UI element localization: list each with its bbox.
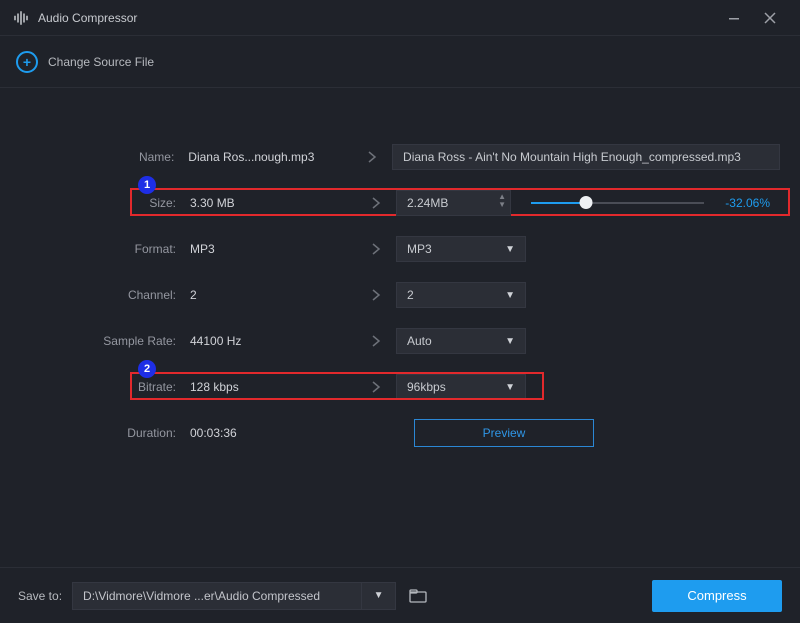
save-path-field[interactable]: D:\Vidmore\Vidmore ...er\Audio Compresse… [72, 582, 362, 610]
label-channel: Channel: [20, 288, 190, 302]
row-channel: Channel: 2 2 ▼ [20, 272, 780, 318]
window-title: Audio Compressor [38, 11, 137, 25]
arrow-icon [356, 242, 396, 256]
row-format: Format: MP3 MP3 ▼ [20, 226, 780, 272]
folder-icon [409, 589, 427, 603]
source-format: MP3 [190, 242, 356, 256]
source-size: 3.30 MB [190, 196, 356, 210]
close-button[interactable] [752, 0, 788, 36]
row-size: 1 Size: 3.30 MB 2.24MB ▲▼ -32.06% [20, 180, 780, 226]
chevron-down-icon: ▼ [505, 382, 515, 393]
chevron-down-icon: ▼ [505, 290, 515, 301]
size-percent: -32.06% [716, 196, 770, 210]
source-sample-rate: 44100 Hz [190, 334, 356, 348]
slider-track [531, 202, 704, 204]
format-selected: MP3 [407, 242, 432, 256]
preview-label: Preview [483, 426, 526, 440]
titlebar: Audio Compressor [0, 0, 800, 36]
size-spinner[interactable]: 2.24MB ▲▼ [396, 190, 511, 216]
change-source-button[interactable]: + Change Source File [16, 51, 154, 73]
chevron-down-icon: ▼ [374, 590, 384, 601]
source-name: Diana Ros...nough.mp3 [188, 150, 352, 164]
save-path-text: D:\Vidmore\Vidmore ...er\Audio Compresse… [83, 589, 320, 603]
bitrate-selected: 96kbps [407, 380, 446, 394]
label-bitrate: Bitrate: [20, 380, 190, 394]
save-path-dropdown[interactable]: ▼ [362, 582, 396, 610]
audio-compressor-icon [12, 9, 30, 27]
label-format: Format: [20, 242, 190, 256]
bitrate-dropdown[interactable]: 96kbps ▼ [396, 374, 526, 400]
channel-dropdown[interactable]: 2 ▼ [396, 282, 526, 308]
source-bitrate: 128 kbps [190, 380, 356, 394]
output-name-text: Diana Ross - Ain't No Mountain High Enou… [403, 150, 741, 164]
plus-icon: + [16, 51, 38, 73]
toolbar: + Change Source File [0, 36, 800, 88]
compress-button[interactable]: Compress [652, 580, 782, 612]
save-to-label: Save to: [18, 589, 62, 603]
source-channel: 2 [190, 288, 356, 302]
sample-rate-dropdown[interactable]: Auto ▼ [396, 328, 526, 354]
format-dropdown[interactable]: MP3 ▼ [396, 236, 526, 262]
source-duration: 00:03:36 [190, 426, 356, 440]
output-name-field[interactable]: Diana Ross - Ain't No Mountain High Enou… [392, 144, 780, 170]
size-output-text: 2.24MB [407, 196, 448, 210]
open-folder-button[interactable] [404, 582, 432, 610]
chevron-down-icon: ▼ [505, 244, 515, 255]
spinner-arrows-icon[interactable]: ▲▼ [498, 193, 506, 209]
row-name: Name: Diana Ros...nough.mp3 Diana Ross -… [20, 134, 780, 180]
label-sample-rate: Sample Rate: [20, 334, 190, 348]
annotation-badge-1: 1 [138, 176, 156, 194]
arrow-icon [356, 380, 396, 394]
row-duration: Duration: 00:03:36 Preview [20, 410, 780, 456]
label-size: Size: [20, 196, 190, 210]
minimize-button[interactable] [716, 0, 752, 36]
settings-panel: Name: Diana Ros...nough.mp3 Diana Ross -… [0, 88, 800, 456]
sample-rate-selected: Auto [407, 334, 432, 348]
arrow-icon [356, 196, 396, 210]
slider-fill [531, 202, 586, 204]
arrow-icon [356, 288, 396, 302]
annotation-badge-2: 2 [138, 360, 156, 378]
compress-label: Compress [687, 588, 746, 603]
chevron-down-icon: ▼ [505, 336, 515, 347]
label-name: Name: [20, 150, 188, 164]
label-duration: Duration: [20, 426, 190, 440]
slider-thumb[interactable] [580, 196, 593, 209]
arrow-icon [356, 334, 396, 348]
change-source-label: Change Source File [48, 55, 154, 69]
size-slider[interactable]: -32.06% [511, 196, 780, 210]
footer: Save to: D:\Vidmore\Vidmore ...er\Audio … [0, 567, 800, 623]
row-sample-rate: Sample Rate: 44100 Hz Auto ▼ [20, 318, 780, 364]
row-bitrate: 2 Bitrate: 128 kbps 96kbps ▼ [20, 364, 780, 410]
preview-button[interactable]: Preview [414, 419, 594, 447]
channel-selected: 2 [407, 288, 414, 302]
arrow-icon [352, 150, 392, 164]
